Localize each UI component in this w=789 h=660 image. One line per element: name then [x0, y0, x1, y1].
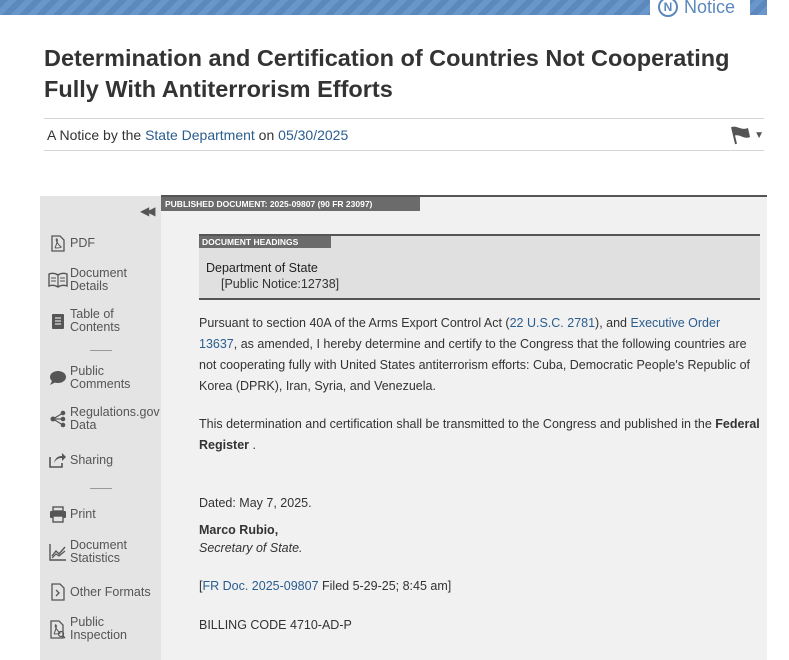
sidebar-item-sharing[interactable]: Sharing: [48, 450, 160, 470]
body-text: Pursuant to section 40A of the Arms Expo…: [199, 316, 510, 330]
usc-citation-link[interactable]: 22 U.S.C. 2781: [510, 316, 595, 330]
notice-icon: N: [658, 0, 678, 17]
body-paragraph-1: Pursuant to section 40A of the Arms Expo…: [199, 313, 760, 397]
sidebar-item-print[interactable]: Print: [48, 504, 160, 524]
document-container: ◀◀ PDF Document Details Table of Content…: [40, 195, 767, 660]
share-nodes-icon: [48, 409, 68, 429]
code-file-icon: [48, 582, 68, 602]
sidebar-item-label: Other Formats: [70, 584, 151, 599]
collapse-sidebar-icon[interactable]: ◀◀: [140, 204, 156, 218]
sidebar-item-label: Regulations.gov Data: [70, 405, 160, 432]
comment-icon: [48, 368, 68, 388]
pdf-icon: [48, 233, 68, 253]
agency-link[interactable]: State Department: [145, 127, 255, 143]
document-sidebar: ◀◀ PDF Document Details Table of Content…: [40, 196, 161, 660]
chevron-down-icon: ▼: [754, 129, 764, 141]
sidebar-item-other-formats[interactable]: Other Formats: [48, 582, 160, 602]
sidebar-item-document-details[interactable]: Document Details: [48, 267, 160, 293]
body-text: , as amended, I hereby determine and cer…: [199, 337, 751, 393]
page-title: Determination and Certification of Count…: [44, 45, 730, 102]
share-icon: [48, 450, 68, 470]
fr-doc-line: [FR Doc. 2025-09807 Filed 5-29-25; 8:45 …: [199, 576, 451, 597]
sidebar-item-label: Print: [70, 506, 96, 521]
sidebar-item-public-comments[interactable]: Public Comments: [48, 365, 160, 391]
book-icon: [48, 270, 68, 290]
body-text: Filed 5-29-25; 8:45 am]: [318, 579, 452, 593]
sidebar-item-regulations-gov-data[interactable]: Regulations.gov Data: [48, 406, 160, 432]
sidebar-item-table-of-contents[interactable]: Table of Contents: [48, 308, 160, 334]
publication-date-link[interactable]: 05/30/2025: [278, 127, 348, 143]
fr-doc-link[interactable]: FR Doc. 2025-09807: [202, 579, 318, 593]
print-icon: [48, 504, 68, 524]
body-text: ), and: [595, 316, 631, 330]
meta-on: on: [254, 126, 279, 143]
sidebar-divider: [90, 488, 112, 489]
sidebar-item-label: PDF: [70, 235, 95, 250]
sidebar-item-label: Document Statistics: [70, 538, 127, 565]
flag-menu-button[interactable]: ▼: [729, 125, 764, 145]
published-document-label: PUBLISHED DOCUMENT: 2025-09807 (90 FR 23…: [161, 197, 420, 211]
sidebar-item-pdf[interactable]: PDF: [48, 233, 160, 253]
body-text: .: [249, 438, 256, 452]
body-text: This determination and certification sha…: [199, 417, 716, 431]
sidebar-item-label: Table of Contents: [70, 307, 121, 334]
notice-type-badge: N Notice: [650, 0, 750, 20]
sidebar-item-label: Public Inspection: [70, 615, 127, 642]
notice-label: Notice: [684, 0, 736, 17]
flag-icon: [731, 126, 751, 145]
sidebar-item-label: Public Comments: [70, 364, 131, 391]
document-headings-tag: DOCUMENT HEADINGS: [199, 236, 331, 248]
sidebar-divider: [90, 350, 112, 351]
inspection-icon: [48, 619, 68, 639]
headings-agency: Department of State: [206, 261, 318, 275]
dated-line: Dated: May 7, 2025.: [199, 496, 312, 510]
signer-title: Secretary of State.: [199, 541, 303, 555]
document-meta: A Notice by the State Department on 05/3…: [44, 118, 764, 151]
document-body: DOCUMENT HEADINGS Department of State [P…: [199, 234, 760, 632]
body-paragraph-2: This determination and certification sha…: [199, 414, 760, 456]
document-headings: DOCUMENT HEADINGS Department of State [P…: [199, 234, 760, 300]
billing-code: BILLING CODE 4710-AD-P: [199, 618, 352, 632]
headings-notice-id: [Public Notice:12738]: [221, 277, 340, 291]
sidebar-item-public-inspection[interactable]: Public Inspection: [48, 616, 160, 642]
toc-icon: [48, 311, 68, 331]
chart-icon: [48, 542, 68, 562]
sidebar-item-label: Sharing: [70, 452, 114, 467]
sidebar-item-label: Document Details: [70, 266, 127, 293]
meta-prefix: A Notice by the: [47, 126, 146, 143]
sidebar-item-document-statistics[interactable]: Document Statistics: [48, 539, 160, 565]
